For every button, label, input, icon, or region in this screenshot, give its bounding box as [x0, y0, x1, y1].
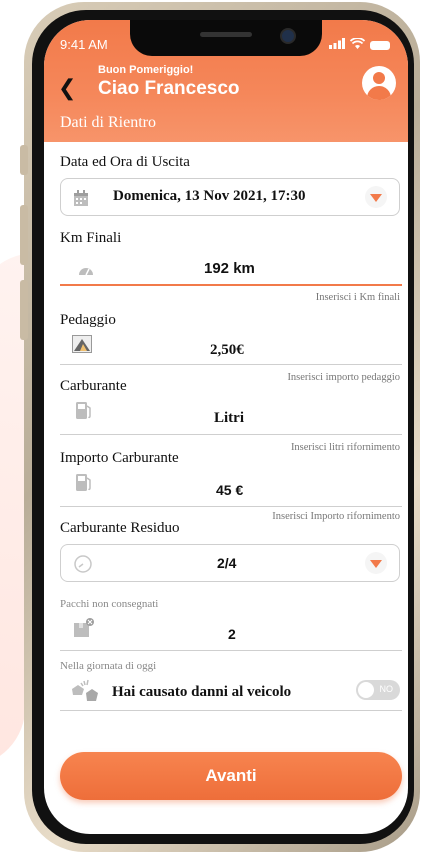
toll-icon: [72, 334, 92, 354]
exit-datetime-label: Data ed Ora di Uscita: [60, 154, 190, 170]
importo-carburante-underline: [60, 506, 402, 507]
gauge-icon: [73, 554, 93, 574]
toggle-state-label: NO: [379, 684, 394, 694]
carburante-value[interactable]: Litri: [214, 410, 244, 427]
signal-icon: [329, 38, 345, 52]
car-crash-icon: [70, 676, 100, 706]
carburante-underline: [60, 434, 402, 435]
fuel-icon: [74, 400, 94, 420]
speaker-grille: [200, 32, 252, 37]
package-icon: [74, 618, 94, 638]
km-finali-hint: Inserisci i Km finali: [315, 292, 400, 303]
carburante-label: Carburante: [60, 378, 127, 394]
km-finali-underline: [60, 284, 402, 286]
wifi-icon: [349, 37, 366, 52]
carburante-residuo-dropdown[interactable]: 2/4: [60, 544, 400, 582]
carburante-residuo-label: Carburante Residuo: [60, 520, 180, 536]
danni-toggle[interactable]: NO: [356, 680, 400, 700]
profile-avatar-icon[interactable]: [362, 66, 396, 100]
pedaggio-underline: [60, 364, 402, 365]
greeting-text: Buon Pomeriggio!: [98, 64, 194, 76]
km-finali-value[interactable]: 192 km: [204, 260, 255, 277]
app-screen: 9:41 AM ❮ Buon Pomeriggio! Ciao Francesc…: [44, 20, 408, 834]
phone-volume-up-button: [20, 205, 28, 265]
chevron-down-icon[interactable]: [365, 186, 387, 208]
front-camera: [280, 28, 296, 44]
phone-notch: [130, 20, 322, 56]
pacchi-underline: [60, 650, 402, 651]
chevron-down-icon[interactable]: [365, 552, 387, 574]
pacchi-value[interactable]: 2: [228, 626, 236, 642]
section-title: Dati di Rientro: [60, 114, 156, 131]
calendar-icon: [71, 188, 91, 208]
carburante-residuo-value: 2/4: [217, 555, 237, 571]
pedaggio-hint: Inserisci importo pedaggio: [287, 372, 400, 383]
pacchi-label: Pacchi non consegnati: [60, 598, 159, 610]
fuel-icon: [74, 472, 94, 492]
app-header: 9:41 AM ❮ Buon Pomeriggio! Ciao Francesc…: [44, 20, 408, 142]
user-name: Ciao Francesco: [98, 78, 240, 99]
danni-question: Hai causato danni al veicolo: [112, 684, 292, 700]
battery-icon: [370, 40, 390, 50]
speedometer-icon: [76, 260, 96, 280]
status-icons: [329, 37, 390, 52]
avanti-button[interactable]: Avanti: [60, 752, 402, 800]
pedaggio-label: Pedaggio: [60, 312, 116, 328]
back-arrow-icon[interactable]: ❮: [58, 76, 76, 101]
pedaggio-value[interactable]: 2,50€: [210, 342, 244, 359]
km-finali-label: Km Finali: [60, 230, 122, 246]
importo-carburante-hint: Inserisci Importo rifornimento: [272, 511, 400, 522]
status-time: 9:41 AM: [60, 37, 108, 52]
phone-mute-button: [20, 145, 28, 175]
danni-underline: [60, 710, 402, 711]
importo-carburante-value[interactable]: 45 €: [216, 482, 243, 498]
exit-datetime-dropdown[interactable]: Domenica, 13 Nov 2021, 17:30: [60, 178, 400, 216]
danni-context-label: Nella giornata di oggi: [60, 660, 157, 672]
importo-carburante-label: Importo Carburante: [60, 450, 179, 466]
carburante-hint: Inserisci litri rifornimento: [290, 442, 400, 453]
toggle-knob: [358, 682, 374, 698]
exit-datetime-value: Domenica, 13 Nov 2021, 17:30: [113, 188, 306, 204]
phone-volume-down-button: [20, 280, 28, 340]
